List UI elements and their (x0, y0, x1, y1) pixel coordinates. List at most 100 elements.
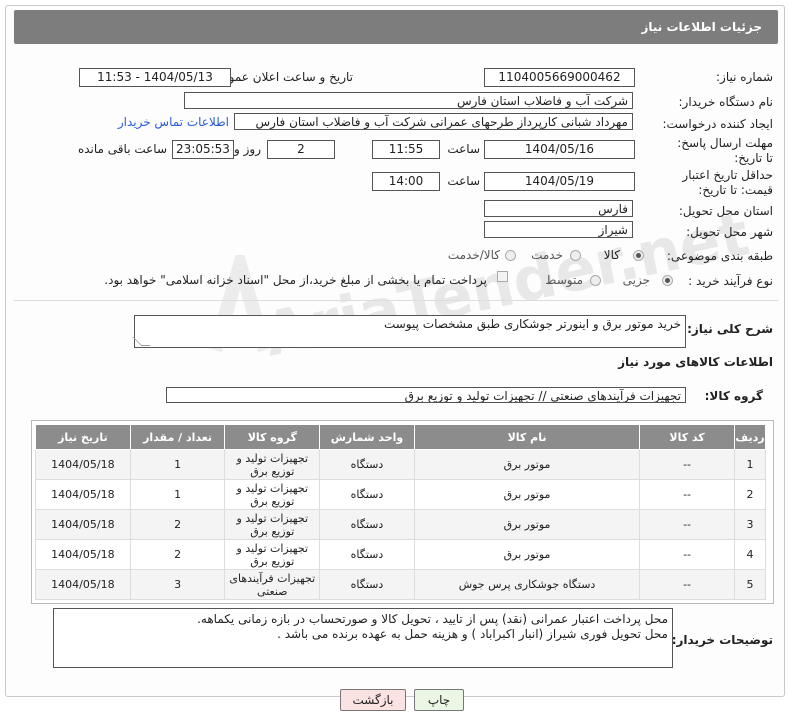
cell-qty: 1 (129, 479, 226, 510)
notes-textarea[interactable]: محل پرداخت اعتبار عمرانی (نقد) پس از تای… (53, 608, 673, 668)
items-table: ردیف کد کالا نام کالا واحد شمارش گروه کا… (35, 424, 767, 600)
category-option-service: خدمت (531, 248, 563, 262)
divider (14, 300, 778, 301)
goods-group-field: تجهیزات فرآیندهای صنعتی // تجهیزات تولید… (166, 387, 686, 403)
cell-group: تجهیزات تولید و توزیع برق (224, 539, 321, 570)
cell-group: تجهیزات تولید و توزیع برق (224, 479, 321, 510)
remaining-label: ساعت باقی مانده (77, 142, 167, 156)
table-row: 3 -- موتور برق دستگاه تجهیزات تولید و تو… (35, 509, 767, 540)
cell-code: -- (639, 479, 735, 510)
price-validity-label: حداقل تاریخ اعتبار قیمت: تا تاریخ: (682, 168, 773, 197)
buyer-field: شرکت آب و فاضلاب استان فارس (184, 92, 633, 109)
col-qty: تعداد / مقدار (129, 424, 226, 450)
need-number-label: شماره نیاز: (716, 70, 773, 84)
announce-field: 1404/05/13 - 11:53 (79, 68, 231, 87)
cell-date: 1404/05/18 (35, 539, 131, 570)
col-code: کد کالا (639, 424, 735, 450)
category-option-goods-service: کالا/خدمت (447, 248, 500, 262)
price-time-field: 14:00 (372, 172, 440, 191)
process-label: نوع فرآیند خرید : (688, 274, 773, 288)
print-button[interactable]: چاپ (414, 689, 464, 711)
cell-qty: 2 (129, 539, 226, 570)
cell-code: -- (639, 449, 735, 480)
cell-qty: 1 (129, 449, 226, 480)
cell-group: تجهیزات تولید و توزیع برق (224, 509, 321, 540)
cell-code: -- (639, 539, 735, 570)
process-option-minor: جزیی (622, 273, 650, 287)
col-name: نام کالا (413, 424, 641, 450)
col-row: ردیف (733, 424, 767, 450)
cell-date: 1404/05/18 (35, 479, 131, 510)
cell-date: 1404/05/18 (35, 509, 131, 540)
cell-unit: دستگاه (319, 539, 415, 570)
cell-name: موتور برق (413, 539, 641, 570)
category-label: طبقه بندی موضوعی: (666, 249, 773, 263)
items-table-container: ردیف کد کالا نام کالا واحد شمارش گروه کا… (35, 424, 767, 600)
col-unit: واحد شمارش (319, 424, 415, 450)
city-field: شیراز (484, 221, 633, 238)
category-radio-goods-service[interactable] (505, 250, 516, 261)
contact-info-link[interactable]: اطلاعات تماس خریدار (118, 115, 229, 129)
page-title: جزئیات اطلاعات نیاز (641, 20, 762, 34)
notes-label: توضیحات خریدار: (671, 633, 773, 647)
process-radio-minor[interactable] (662, 275, 673, 286)
cell-qty: 2 (129, 509, 226, 540)
deadline-time-label: ساعت (447, 142, 480, 156)
process-option-medium: متوسط (545, 273, 583, 287)
city-label: شهر محل تحویل: (686, 225, 773, 239)
cell-code: -- (639, 569, 735, 600)
cell-unit: دستگاه (319, 569, 415, 600)
creator-label: ایجاد کننده درخواست: (662, 117, 773, 131)
cell-date: 1404/05/18 (35, 569, 131, 600)
cell-qty: 3 (129, 569, 226, 600)
cell-unit: دستگاه (319, 509, 415, 540)
cell-group: تجهیزات فرآیندهای صنعتی (224, 569, 321, 600)
deadline-date-field: 1404/05/16 (484, 140, 635, 159)
process-note: پرداخت تمام یا بخشی از مبلغ خرید،از محل … (104, 273, 487, 287)
province-label: استان محل تحویل: (678, 204, 773, 218)
notes-line-2: محل تحویل فوری شیراز (انبار اکبراباد ) و… (277, 627, 668, 641)
cell-row: 5 (733, 569, 767, 600)
goods-section-title: اطلاعات کالاهای مورد نیاز (618, 355, 773, 369)
table-row: 4 -- موتور برق دستگاه تجهیزات تولید و تو… (35, 539, 767, 570)
cell-code: -- (639, 509, 735, 540)
buyer-label: نام دستگاه خریدار: (678, 95, 774, 109)
page-header: جزئیات اطلاعات نیاز (14, 10, 778, 44)
cell-row: 2 (733, 479, 767, 510)
cell-unit: دستگاه (319, 479, 415, 510)
cell-row: 3 (733, 509, 767, 540)
table-row: 1 -- موتور برق دستگاه تجهیزات تولید و تو… (35, 449, 767, 480)
cell-name: موتور برق (413, 479, 641, 510)
back-button[interactable]: بازگشت (340, 689, 406, 711)
cell-group: تجهیزات تولید و توزیع برق (224, 449, 321, 480)
items-table-header: ردیف کد کالا نام کالا واحد شمارش گروه کا… (35, 424, 767, 450)
cell-row: 4 (733, 539, 767, 570)
deadline-time-field: 11:55 (372, 140, 440, 159)
cell-row: 1 (733, 449, 767, 480)
province-field: فارس (484, 200, 633, 217)
days-field: 2 (267, 140, 335, 159)
goods-group-label: گروه کالا: (704, 389, 763, 403)
col-date: تاریخ نیاز (35, 424, 131, 450)
category-option-goods: کالا (603, 248, 620, 262)
remaining-time-field: 23:05:53 (172, 140, 234, 159)
treasury-checkbox[interactable] (497, 271, 508, 282)
creator-field: مهرداد شبانی کارپرداز طرحهای عمرانی شرکت… (234, 113, 633, 130)
cell-date: 1404/05/18 (35, 449, 131, 480)
cell-name: دستگاه جوشکاری پرس جوش (413, 569, 641, 600)
summary-label: شرح کلی نیاز: (687, 322, 773, 336)
cell-unit: دستگاه (319, 449, 415, 480)
price-time-label: ساعت (447, 174, 480, 188)
deadline-label: مهلت ارسال پاسخ: تا تاریخ: (677, 136, 773, 165)
need-number-field: 1104005669000462 (484, 68, 635, 87)
category-radio-service[interactable] (570, 250, 581, 261)
table-row: 5 -- دستگاه جوشکاری پرس جوش دستگاه تجهیز… (35, 569, 767, 600)
cell-name: موتور برق (413, 449, 641, 480)
cell-name: موتور برق (413, 509, 641, 540)
process-radio-medium[interactable] (590, 275, 601, 286)
table-row: 2 -- موتور برق دستگاه تجهیزات تولید و تو… (35, 479, 767, 510)
col-group: گروه کالا (224, 424, 321, 450)
price-date-field: 1404/05/19 (484, 172, 635, 191)
category-radio-goods[interactable] (633, 250, 644, 261)
summary-textarea[interactable]: خرید موتور برق و اینورتر جوشکاری طبق مشخ… (134, 315, 686, 348)
